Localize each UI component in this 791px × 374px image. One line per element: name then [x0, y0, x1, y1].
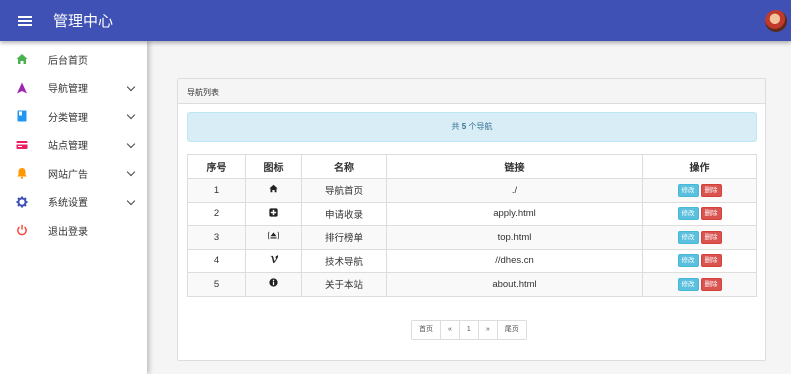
- summary-prefix: 共: [451, 122, 460, 131]
- nav-list-panel: 导航列表 共 5 个导航 序号 图标 名称 链接 操作 1 导航首页 ./ 修改…: [177, 78, 766, 361]
- edit-button[interactable]: 修改: [677, 277, 699, 291]
- hamburger-icon: [18, 15, 32, 26]
- sidebar-item-label: 站点管理: [48, 141, 88, 153]
- sidebar-item-ads[interactable]: 网站广告: [0, 159, 147, 188]
- cell-id: 2: [187, 201, 246, 226]
- cell-link: ./: [386, 178, 643, 203]
- sidebar-item-logout[interactable]: 退出登录: [0, 216, 147, 245]
- sidebar-item-label: 退出登录: [48, 226, 88, 238]
- header-icon: 图标: [245, 154, 302, 179]
- summary-count: 5: [461, 122, 467, 131]
- edit-button[interactable]: 修改: [677, 230, 699, 244]
- delete-button[interactable]: 删除: [700, 277, 722, 291]
- app-title: 管理中心: [53, 13, 114, 30]
- header-actions: 操作: [642, 154, 757, 179]
- cell-actions: 修改 删除: [642, 178, 757, 203]
- card-icon: [16, 139, 28, 151]
- pagination-page-1[interactable]: 1: [458, 320, 479, 340]
- cell-id: 1: [187, 178, 246, 203]
- sidebar-item-categories[interactable]: 分类管理: [0, 102, 147, 131]
- gear-icon: [16, 196, 28, 208]
- cell-id: 5: [187, 272, 246, 297]
- cell-actions: 修改 删除: [642, 248, 757, 273]
- sidebar-item-label: 后台首页: [48, 55, 88, 67]
- cell-link: apply.html: [386, 201, 643, 226]
- cell-actions: 修改 删除: [642, 201, 757, 226]
- sidebar-item-label: 网站广告: [48, 169, 88, 181]
- cell-link: //dhes.cn: [386, 248, 643, 273]
- info-circle-icon: [269, 278, 278, 290]
- menu-toggle-button[interactable]: [0, 0, 50, 41]
- sidebar-item-label: 系统设置: [48, 198, 88, 210]
- cell-name: 关于本站: [301, 272, 387, 297]
- sidebar-item-label: 导航管理: [48, 84, 88, 96]
- plus-square-icon: [269, 208, 278, 220]
- vimeo-icon: [269, 255, 279, 267]
- chevron-down-icon: [126, 139, 136, 148]
- cell-name: 申请收录: [301, 201, 387, 226]
- summary-suffix: 个导航: [468, 122, 493, 131]
- table-row: 1 导航首页 ./ 修改 删除: [187, 178, 757, 203]
- cell-name: 排行榜单: [301, 225, 387, 250]
- sidebar: 后台首页 导航管理 分类管理 站点管理 网站广告 系统设置 退出登录: [0, 41, 147, 374]
- panel-title: 导航列表: [178, 79, 765, 104]
- table-header-row: 序号 图标 名称 链接 操作: [187, 154, 757, 179]
- delete-button[interactable]: 删除: [700, 207, 722, 221]
- pagination-next[interactable]: »: [477, 320, 498, 340]
- delete-button[interactable]: 删除: [700, 254, 722, 268]
- header-name: 名称: [301, 154, 387, 179]
- sidebar-item-label: 分类管理: [48, 112, 88, 124]
- table-row: 5 关于本站 about.html 修改 删除: [187, 272, 757, 297]
- cell-name: 导航首页: [301, 178, 387, 203]
- table-row: 2 申请收录 apply.html 修改 删除: [187, 201, 757, 226]
- cell-link: about.html: [386, 272, 643, 297]
- cell-actions: 修改 删除: [642, 272, 757, 297]
- edit-button[interactable]: 修改: [677, 254, 699, 268]
- sidebar-item-settings[interactable]: 系统设置: [0, 188, 147, 217]
- main-content: 导航列表 共 5 个导航 序号 图标 名称 链接 操作 1 导航首页 ./ 修改…: [147, 41, 791, 374]
- nav-table: 序号 图标 名称 链接 操作 1 导航首页 ./ 修改 删除 2 申请收录 ap…: [187, 154, 757, 297]
- cell-id: 4: [187, 248, 246, 273]
- table-row: 4 技术导航 //dhes.cn 修改 删除: [187, 248, 757, 273]
- chevron-down-icon: [126, 167, 136, 177]
- top-app-bar: 管理中心: [0, 0, 791, 41]
- cell-icon: [245, 201, 302, 226]
- cell-icon: [245, 248, 302, 273]
- table-row: 3 排行榜单 top.html 修改 删除: [187, 225, 757, 250]
- avatar[interactable]: [765, 10, 787, 32]
- header-id: 序号: [187, 154, 246, 179]
- sidebar-item-sites[interactable]: 站点管理: [0, 131, 147, 160]
- home-icon: [16, 53, 28, 65]
- cell-name: 技术导航: [301, 248, 387, 273]
- power-icon: [16, 224, 28, 236]
- cell-icon: [245, 225, 302, 250]
- cell-actions: 修改 删除: [642, 225, 757, 250]
- cell-id: 3: [187, 225, 246, 250]
- summary-alert: 共 5 个导航: [187, 112, 757, 142]
- pagination-last[interactable]: 尾页: [496, 320, 527, 340]
- bell-icon: [16, 167, 28, 180]
- book-icon: [16, 110, 28, 122]
- delete-button[interactable]: 删除: [700, 183, 722, 197]
- cell-link: top.html: [386, 225, 643, 250]
- chevron-down-icon: [126, 110, 136, 120]
- pagination-prev[interactable]: «: [440, 320, 460, 340]
- edit-button[interactable]: 修改: [677, 207, 699, 221]
- chevron-down-icon: [126, 196, 136, 205]
- cell-icon: [245, 178, 302, 203]
- edit-button[interactable]: 修改: [677, 183, 699, 197]
- eject-icon: [267, 231, 280, 243]
- pagination-first[interactable]: 首页: [411, 320, 441, 340]
- sidebar-item-navigation[interactable]: 导航管理: [0, 74, 147, 103]
- chevron-down-icon: [126, 82, 136, 91]
- cell-icon: [245, 272, 302, 297]
- pagination: 首页 « 1 » 尾页: [411, 320, 527, 340]
- delete-button[interactable]: 删除: [700, 230, 722, 244]
- sidebar-item-dashboard[interactable]: 后台首页: [0, 45, 147, 74]
- navigation-arrow-icon: [16, 82, 28, 94]
- header-link: 链接: [386, 154, 643, 179]
- home-icon: [269, 185, 278, 196]
